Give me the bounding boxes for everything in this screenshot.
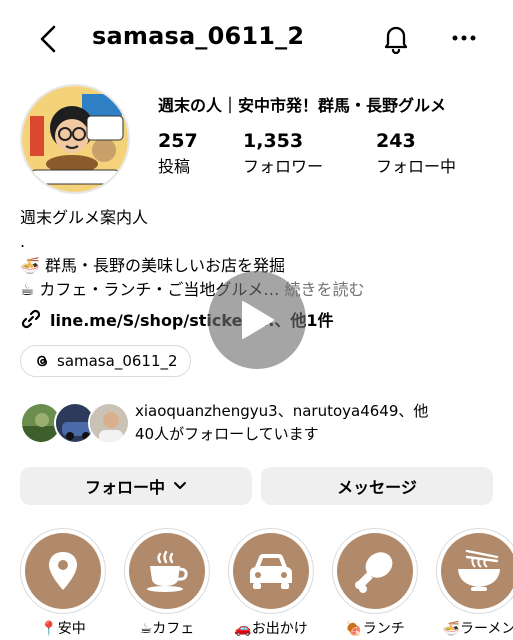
mutual-followers-line-2: 40人がフォローしています — [135, 425, 319, 443]
threads-handle: samasa_0611_2 — [57, 352, 178, 370]
highlight-label: 🚗お出かけ — [234, 621, 308, 637]
profile-username: samasa_0611_2 — [92, 22, 305, 50]
stat-posts-label: 投稿 — [158, 157, 191, 176]
highlight-ramen[interactable]: 🍜ラーメン — [436, 528, 513, 638]
back-arrow-icon[interactable] — [34, 24, 64, 54]
bell-icon[interactable] — [380, 22, 412, 54]
top-bar: samasa_0611_2 — [0, 0, 513, 78]
ramen-bowl-icon — [458, 549, 500, 591]
bio-line-2: . — [20, 232, 26, 251]
threads-icon — [37, 355, 48, 367]
bio-line-1: 週末グルメ案内人 — [20, 208, 149, 227]
highlight-lunch[interactable]: 🍖ランチ — [332, 528, 422, 638]
drumstick-icon — [355, 552, 393, 593]
following-button-label: フォロー中 — [84, 478, 165, 497]
location-pin-icon — [49, 552, 77, 590]
stat-following-label: フォロー中 — [376, 157, 457, 176]
highlight-label: 🍜ラーメン — [442, 621, 513, 637]
message-button[interactable]: メッセージ — [261, 467, 493, 505]
mutual-followers-line-1: xiaoquanzhengyu3、narutoya4649、他 — [135, 402, 429, 420]
highlight-anchu[interactable]: 📍安中 — [20, 528, 110, 638]
stat-following-count: 243 — [376, 130, 416, 152]
threads-badge[interactable]: samasa_0611_2 — [20, 345, 191, 377]
coffee-cup-icon — [147, 550, 188, 592]
following-button[interactable]: フォロー中 — [20, 467, 252, 505]
highlight-cafe[interactable]: ☕カフェ — [124, 528, 214, 638]
stat-followers[interactable]: 1,353 フォロワー — [243, 130, 323, 178]
video-play-button[interactable] — [208, 271, 306, 369]
profile-display-name: 週末の人｜安中市発！群馬・長野グルメ — [158, 96, 447, 115]
play-icon — [242, 301, 274, 339]
avatar-illustration — [22, 86, 128, 192]
profile-avatar[interactable] — [20, 84, 130, 194]
more-options-icon[interactable] — [450, 26, 478, 50]
stat-posts[interactable]: 257 投稿 — [158, 130, 198, 178]
stat-posts-count: 257 — [158, 130, 198, 152]
mutual-followers[interactable]: xiaoquanzhengyu3、narutoya4649、他 40人がフォロー… — [20, 400, 510, 448]
mutual-followers-text: xiaoquanzhengyu3、narutoya4649、他 40人がフォロー… — [135, 400, 428, 446]
story-highlights: 📍安中 ☕カフェ 🚗お出かけ 🍖ランチ 🍜ラーメン — [0, 528, 513, 640]
highlight-label: ☕カフェ — [139, 621, 195, 637]
link-icon — [21, 309, 41, 329]
car-icon — [250, 554, 292, 589]
highlight-label: 📍安中 — [40, 621, 86, 637]
highlight-outing[interactable]: 🚗お出かけ — [228, 528, 318, 638]
follower-avatar-3 — [88, 402, 130, 444]
chevron-down-icon — [174, 482, 186, 489]
highlight-label: 🍖ランチ — [345, 621, 405, 637]
stat-following[interactable]: 243 フォロー中 — [376, 130, 456, 178]
stat-followers-count: 1,353 — [243, 130, 304, 152]
message-button-label: メッセージ — [337, 478, 417, 497]
stat-followers-label: フォロワー — [243, 157, 324, 176]
